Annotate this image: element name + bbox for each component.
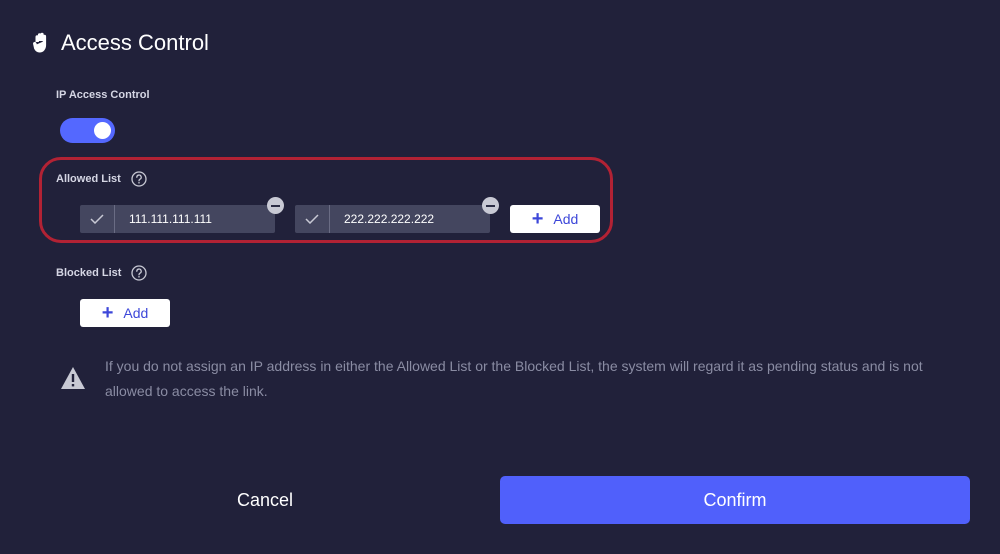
remove-ip-button[interactable] (482, 197, 499, 214)
page-title: Access Control (61, 30, 209, 55)
add-label: Add (553, 211, 579, 227)
toggle-knob (94, 122, 111, 139)
ip-access-label: IP Access Control (56, 89, 150, 101)
allowed-ip-value: 222.222.222.222 (344, 212, 435, 226)
allowed-add-button[interactable]: + Add (510, 205, 600, 233)
blocked-list-label: Blocked List (56, 267, 122, 279)
allowed-ip-chip[interactable]: 222.222.222.222 (295, 205, 490, 233)
ip-access-toggle[interactable] (60, 118, 115, 143)
check-icon (80, 205, 115, 233)
blocked-add-button[interactable]: + Add (80, 299, 170, 327)
minus-icon (271, 204, 280, 207)
remove-ip-button[interactable] (267, 197, 284, 214)
minus-icon (486, 204, 495, 207)
warning-icon (60, 366, 86, 395)
hand-icon (33, 32, 49, 54)
confirm-button[interactable]: Confirm (500, 476, 970, 524)
check-icon (295, 205, 330, 233)
cancel-button[interactable]: Cancel (30, 476, 500, 524)
plus-icon: + (101, 302, 114, 324)
dialog-header: Access Control (33, 30, 209, 56)
plus-icon: + (531, 208, 544, 230)
allowed-list-label: Allowed List (56, 173, 121, 185)
help-icon[interactable] (131, 265, 148, 281)
allowed-ip-value: 111.111.111.111 (129, 212, 212, 226)
help-icon[interactable] (131, 171, 147, 187)
allowed-list-heading: Allowed List (56, 171, 147, 187)
blocked-list-heading: Blocked List (56, 265, 148, 281)
notice-text: If you do not assign an IP address in ei… (105, 358, 923, 399)
allowed-ip-chip[interactable]: 111.111.111.111 (80, 205, 275, 233)
add-label: Add (123, 305, 149, 321)
